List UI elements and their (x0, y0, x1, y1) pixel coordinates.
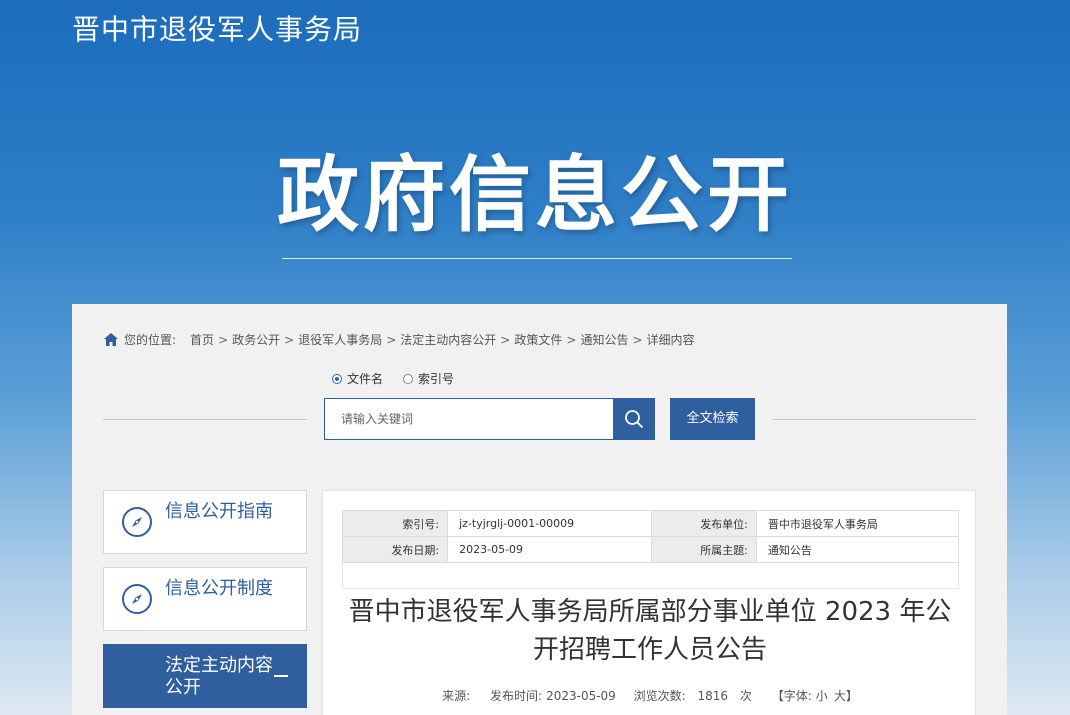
breadcrumb-separator: > (566, 332, 577, 347)
article-title: 晋中市退役军人事务局所属部分事业单位 2023 年公开招聘工作人员公告 (348, 597, 952, 665)
home-icon (104, 333, 118, 346)
article-info: 来源: 发布时间: 2023-05-09 浏览次数: 1816 次 【字体: 小大】 (323, 687, 977, 704)
radio-filename-indicator[interactable] (332, 373, 342, 384)
views-value: 1816 (697, 689, 729, 703)
topic-value: 通知公告 (755, 536, 960, 563)
article-content: 索引号: jz-tyjrglj-0001-00009 发布单位: 晋中市退役军人… (322, 490, 976, 715)
breadcrumb-separator: > (632, 332, 643, 347)
source-label: 来源: (442, 689, 471, 703)
compass-icon (122, 507, 152, 537)
search-divider-left (103, 419, 307, 420)
table-row: 发布日期: 2023-05-09 所属主题: 通知公告 (341, 536, 960, 563)
time-value: 2023-05-09 (546, 689, 616, 703)
font-small-button[interactable]: 小 (816, 689, 828, 703)
index-label: 索引号: (341, 510, 449, 537)
font-size-label: 【字体: (771, 689, 812, 703)
radio-index-number[interactable]: 索引号 (403, 370, 454, 387)
breadcrumb-separator: > (284, 332, 295, 347)
sidebar-item-label: 法定主动内容公开 (165, 655, 273, 698)
meta-table-footer (342, 563, 959, 589)
breadcrumb-separator: > (218, 332, 229, 347)
breadcrumb-label: 您的位置: (124, 333, 177, 347)
breadcrumb-notices[interactable]: 通知公告 (580, 331, 628, 348)
date-label: 发布日期: (341, 536, 449, 563)
fulltext-search-button[interactable]: 全文检索 (670, 398, 755, 440)
topic-label: 所属主题: (650, 536, 757, 563)
breadcrumb-bureau[interactable]: 退役军人事务局 (298, 331, 382, 348)
sidebar-item-statutory[interactable]: 法定主动内容公开 (103, 644, 307, 708)
sidebar-item-guide[interactable]: 信息公开指南 (103, 490, 307, 554)
radio-index-label: 索引号 (418, 372, 455, 386)
main-panel: 您的位置: 首页 > 政务公开 > 退役军人事务局 > 法定主动内容公开 > 政… (72, 304, 1007, 715)
date-value: 2023-05-09 (447, 536, 652, 563)
breadcrumb-policy[interactable]: 政策文件 (514, 331, 562, 348)
radio-index-indicator[interactable] (403, 373, 414, 384)
sidebar-item-label: 信息公开制度 (165, 578, 273, 599)
sidebar-item-system[interactable]: 信息公开制度 (103, 567, 307, 631)
time-label: 发布时间: (490, 689, 543, 703)
views-label: 浏览次数: (633, 689, 686, 703)
collapse-dash-icon (274, 675, 288, 677)
search-button[interactable] (613, 398, 655, 440)
index-value: jz-tyjrglj-0001-00009 (447, 510, 652, 537)
breadcrumb-home[interactable]: 首页 (190, 331, 214, 348)
publisher-value: 晋中市退役军人事务局 (755, 510, 960, 537)
views-unit: 次 (739, 689, 752, 703)
banner-title: 政府信息公开 (276, 148, 793, 243)
banner-divider (282, 258, 792, 259)
search-divider-right (772, 419, 976, 420)
breadcrumb-statutory[interactable]: 法定主动内容公开 (400, 331, 496, 348)
breadcrumb-detail: 详细内容 (646, 333, 695, 347)
breadcrumb-gov-affairs[interactable]: 政务公开 (232, 331, 280, 348)
radio-filename[interactable]: 文件名 (332, 370, 383, 387)
meta-table: 索引号: jz-tyjrglj-0001-00009 发布单位: 晋中市退役军人… (341, 510, 960, 563)
font-large-button[interactable]: 大】 (834, 689, 858, 703)
search-icon (625, 410, 643, 428)
compass-icon (122, 584, 152, 614)
publisher-label: 发布单位: (650, 510, 757, 537)
sidebar-item-label: 信息公开指南 (165, 501, 273, 522)
breadcrumb-separator: > (386, 332, 397, 347)
table-row: 索引号: jz-tyjrglj-0001-00009 发布单位: 晋中市退役军人… (341, 510, 960, 537)
search-input[interactable]: 请输入关键词 (324, 398, 614, 440)
breadcrumb: 您的位置: 首页 > 政务公开 > 退役军人事务局 > 法定主动内容公开 > 政… (104, 331, 695, 348)
breadcrumb-separator: > (500, 332, 511, 347)
site-title: 晋中市退役军人事务局 (72, 13, 363, 46)
search-type-radios: 文件名 索引号 (332, 370, 474, 387)
radio-filename-label: 文件名 (347, 372, 384, 386)
